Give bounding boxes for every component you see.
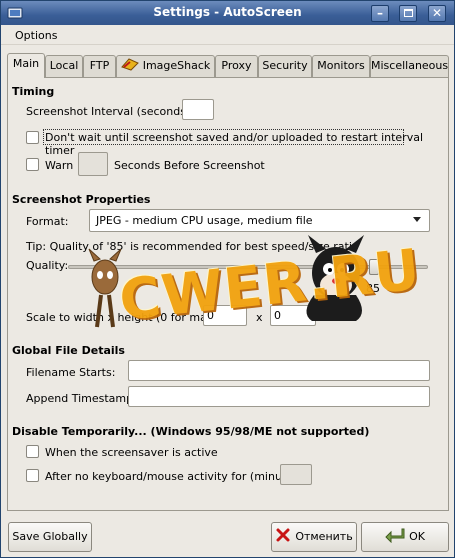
properties-heading: Screenshot Properties (12, 193, 151, 206)
tab-local[interactable]: Local (45, 55, 83, 77)
minimize-icon: – (377, 6, 383, 20)
tab-local-label: Local (49, 59, 79, 72)
tab-main[interactable]: Main (7, 53, 45, 78)
menu-bar: Options (1, 25, 454, 45)
tab-ftp-label: FTP (89, 59, 110, 72)
tab-imageshack[interactable]: ImageShack (116, 55, 215, 77)
tab-miscellaneous-label: Miscellaneous (371, 59, 449, 72)
tab-bar: Main Local FTP ImageShack Proxy Security… (7, 53, 449, 78)
save-globally-label: Save Globally (12, 530, 88, 543)
cancel-label: Отменить (295, 530, 353, 543)
close-icon: ✕ (431, 6, 443, 20)
menu-options[interactable]: Options (15, 29, 57, 42)
timestamp-input[interactable] (128, 386, 430, 407)
tab-monitors-label: Monitors (317, 59, 365, 72)
ok-arrow-icon (385, 528, 405, 544)
title-bar[interactable]: Settings - AutoScreen – ✕ (1, 1, 454, 25)
filename-label: Filename Starts: (26, 366, 116, 379)
tab-imageshack-label: ImageShack (142, 59, 211, 72)
timestamp-label: Append Timestamp: (26, 392, 137, 405)
format-label: Format: (26, 215, 69, 228)
cancel-icon (276, 528, 290, 542)
warn-seconds-input[interactable] (78, 152, 108, 176)
dont-wait-checkbox[interactable] (26, 131, 39, 144)
screensaver-checkbox[interactable] (26, 445, 39, 458)
interval-label: Screenshot Interval (seconds): (26, 105, 194, 118)
tab-proxy[interactable]: Proxy (215, 55, 258, 77)
tab-security[interactable]: Security (258, 55, 312, 77)
save-globally-button[interactable]: Save Globally (8, 522, 92, 552)
minimize-button[interactable]: – (371, 5, 389, 22)
tab-main-label: Main (12, 57, 40, 70)
tab-monitors[interactable]: Monitors (312, 55, 370, 77)
timing-heading: Timing (12, 85, 55, 98)
format-select[interactable]: JPEG - medium CPU usage, medium file (89, 209, 430, 232)
tab-ftp[interactable]: FTP (83, 55, 116, 77)
format-value: JPEG - medium CPU usage, medium file (96, 214, 313, 227)
tab-miscellaneous[interactable]: Miscellaneous (370, 55, 449, 77)
screensaver-label[interactable]: When the screensaver is active (45, 446, 218, 459)
maximize-icon (403, 9, 413, 17)
tab-security-label: Security (262, 59, 308, 72)
inactivity-minutes-input[interactable] (280, 464, 312, 485)
quality-label: Quality: (26, 259, 69, 272)
chevron-down-icon (413, 217, 421, 222)
close-button[interactable]: ✕ (428, 5, 446, 22)
imageshack-icon (120, 58, 139, 71)
ok-button[interactable]: OK (361, 522, 449, 552)
warn-label[interactable]: Warn (45, 159, 73, 172)
settings-window: Settings - AutoScreen – ✕ Options Main L… (0, 0, 455, 558)
cancel-button[interactable]: Отменить (271, 522, 357, 552)
disable-heading: Disable Temporarily... (Windows 95/98/ME… (12, 425, 370, 438)
warn-checkbox[interactable] (26, 158, 39, 171)
inactivity-checkbox[interactable] (26, 469, 39, 482)
warn-suffix-label: Seconds Before Screenshot (114, 159, 265, 172)
maximize-button[interactable] (399, 5, 417, 22)
filename-input[interactable] (128, 360, 430, 381)
inactivity-label[interactable]: After no keyboard/mouse activity for (mi… (45, 470, 307, 483)
interval-input[interactable] (182, 99, 214, 120)
tab-proxy-label: Proxy (221, 59, 252, 72)
file-heading: Global File Details (12, 344, 125, 357)
ok-label: OK (409, 530, 425, 543)
